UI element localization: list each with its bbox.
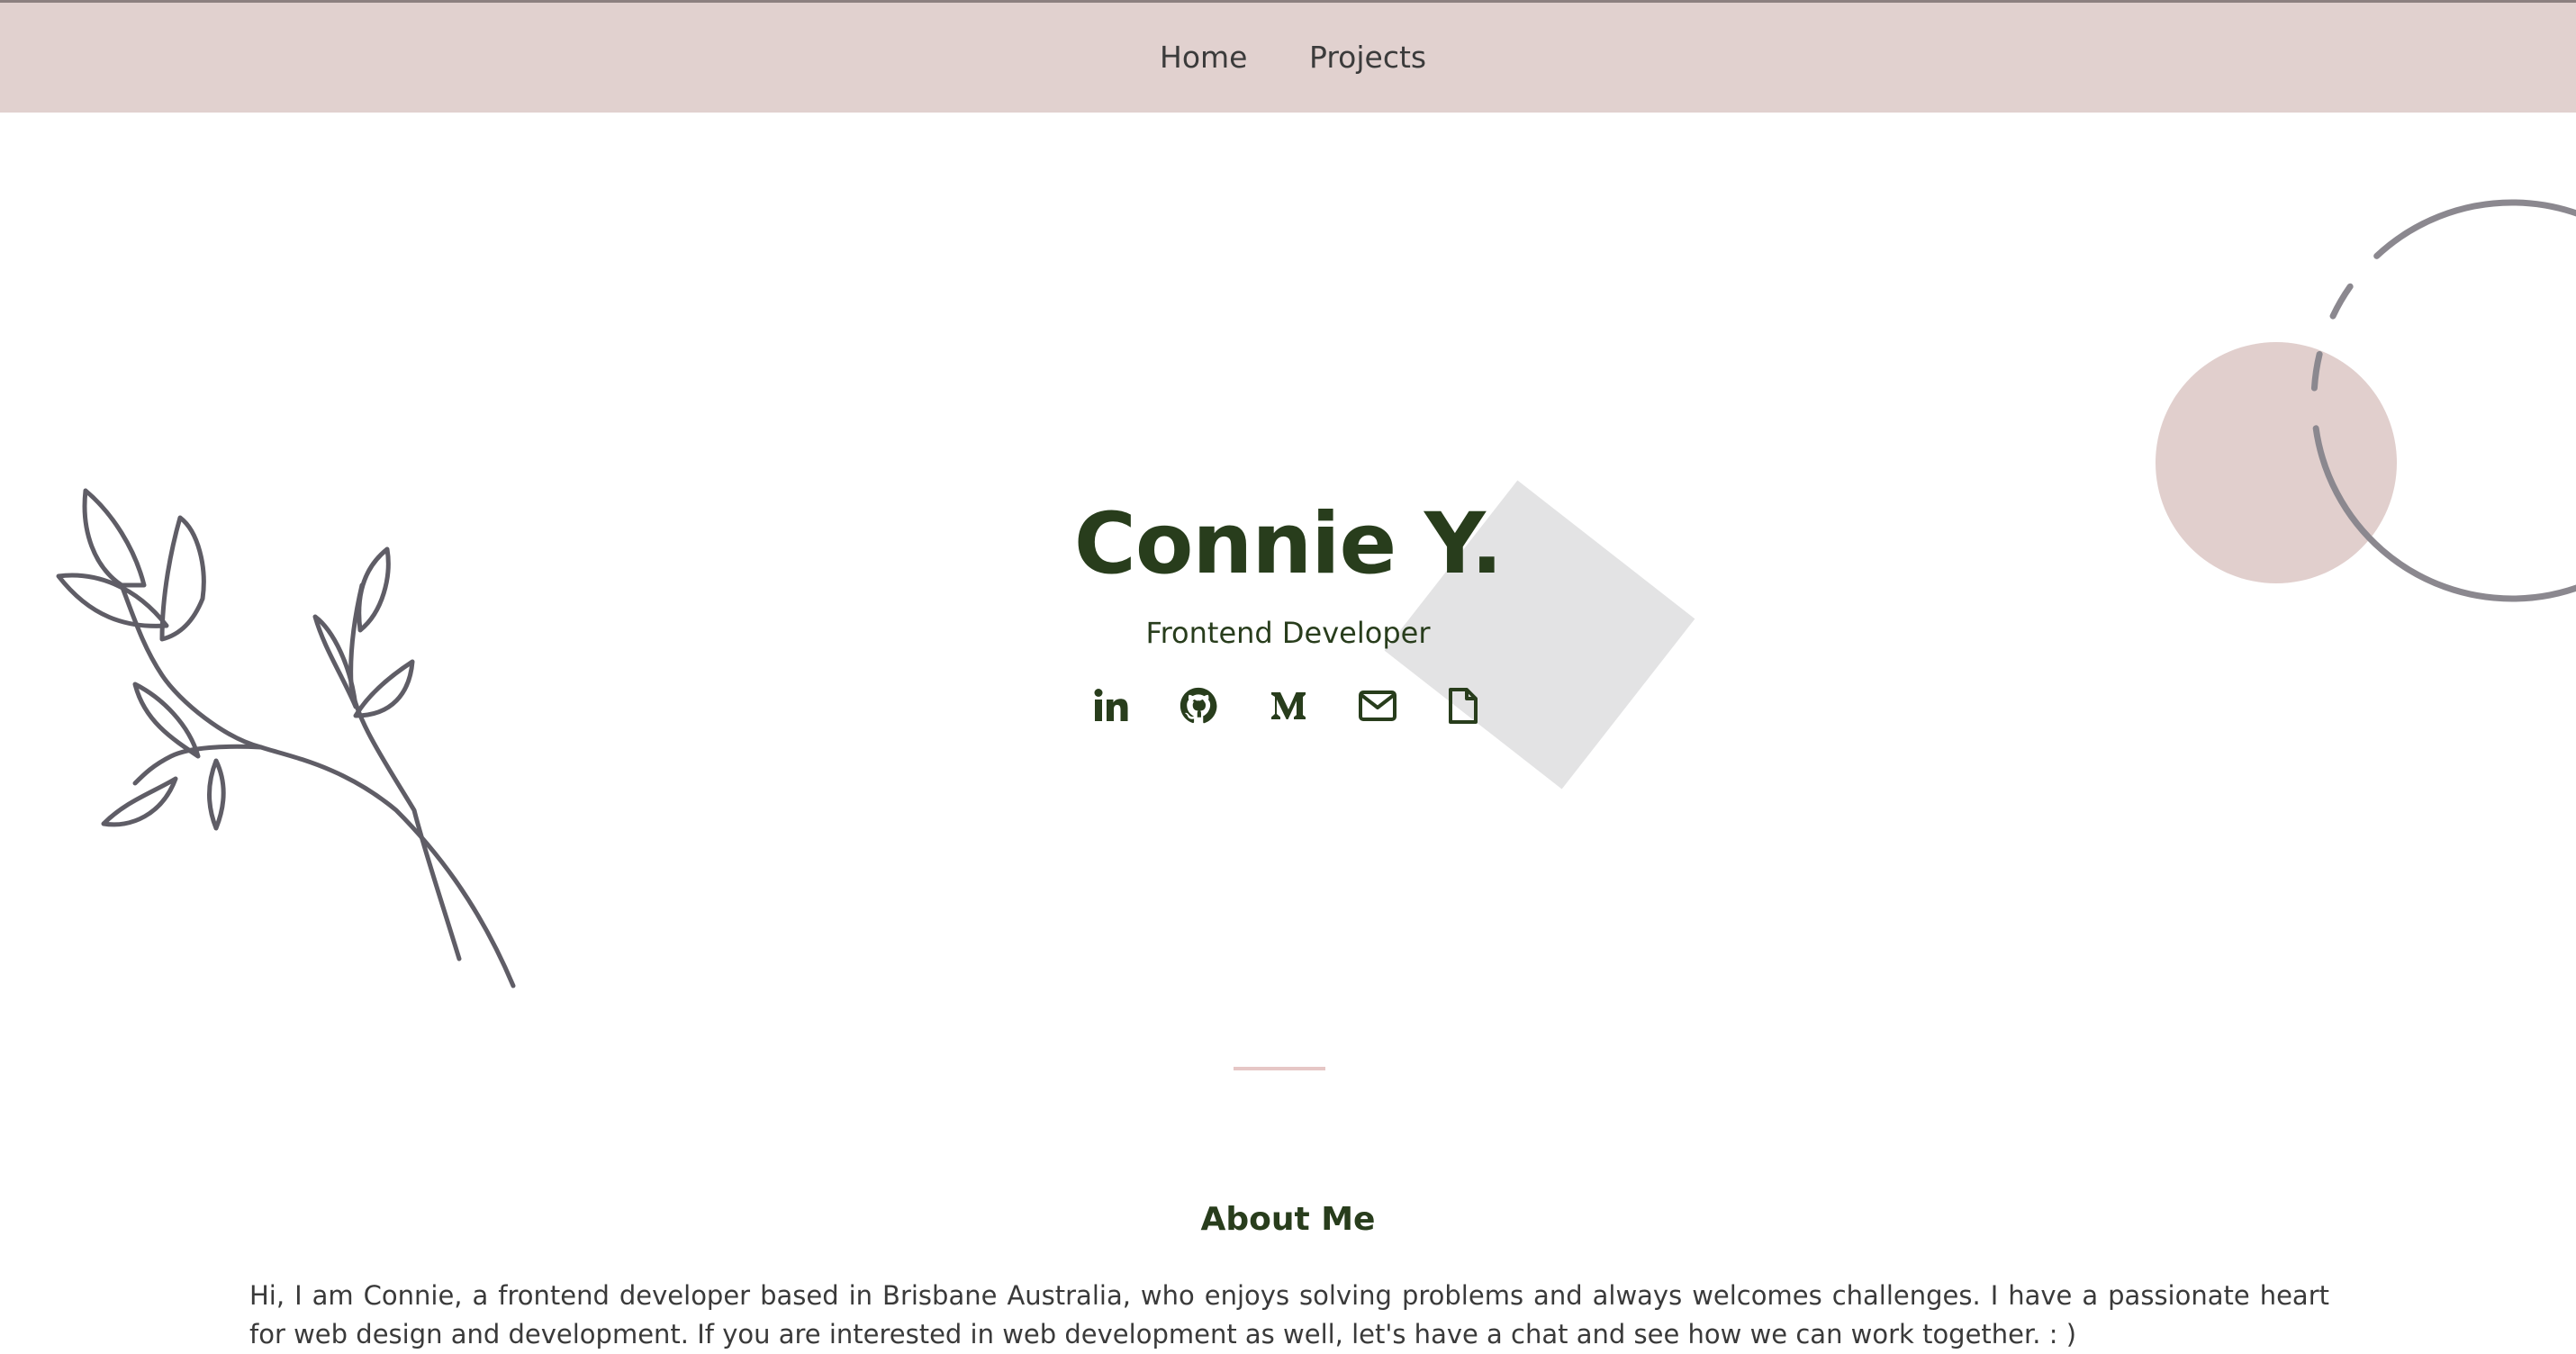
nav-link-home[interactable]: Home	[1160, 37, 1247, 78]
hero-name-heading: Connie Y.	[1073, 495, 1503, 593]
resume-document-icon[interactable]	[1438, 681, 1488, 731]
top-navigation-bar: Home Projects	[0, 0, 2576, 113]
nav-link-projects[interactable]: Projects	[1309, 37, 1426, 78]
hero-role-subtitle: Frontend Developer	[1145, 616, 1431, 650]
about-me-paragraph: Hi, I am Connie, a frontend developer ba…	[249, 1280, 2329, 1349]
about-me-heading: About Me	[1200, 1201, 1376, 1238]
section-divider	[1234, 1067, 1325, 1070]
email-icon[interactable]	[1352, 681, 1403, 731]
linkedin-icon[interactable]	[1086, 681, 1136, 731]
github-icon[interactable]	[1173, 681, 1224, 731]
medium-icon[interactable]	[1263, 681, 1314, 731]
